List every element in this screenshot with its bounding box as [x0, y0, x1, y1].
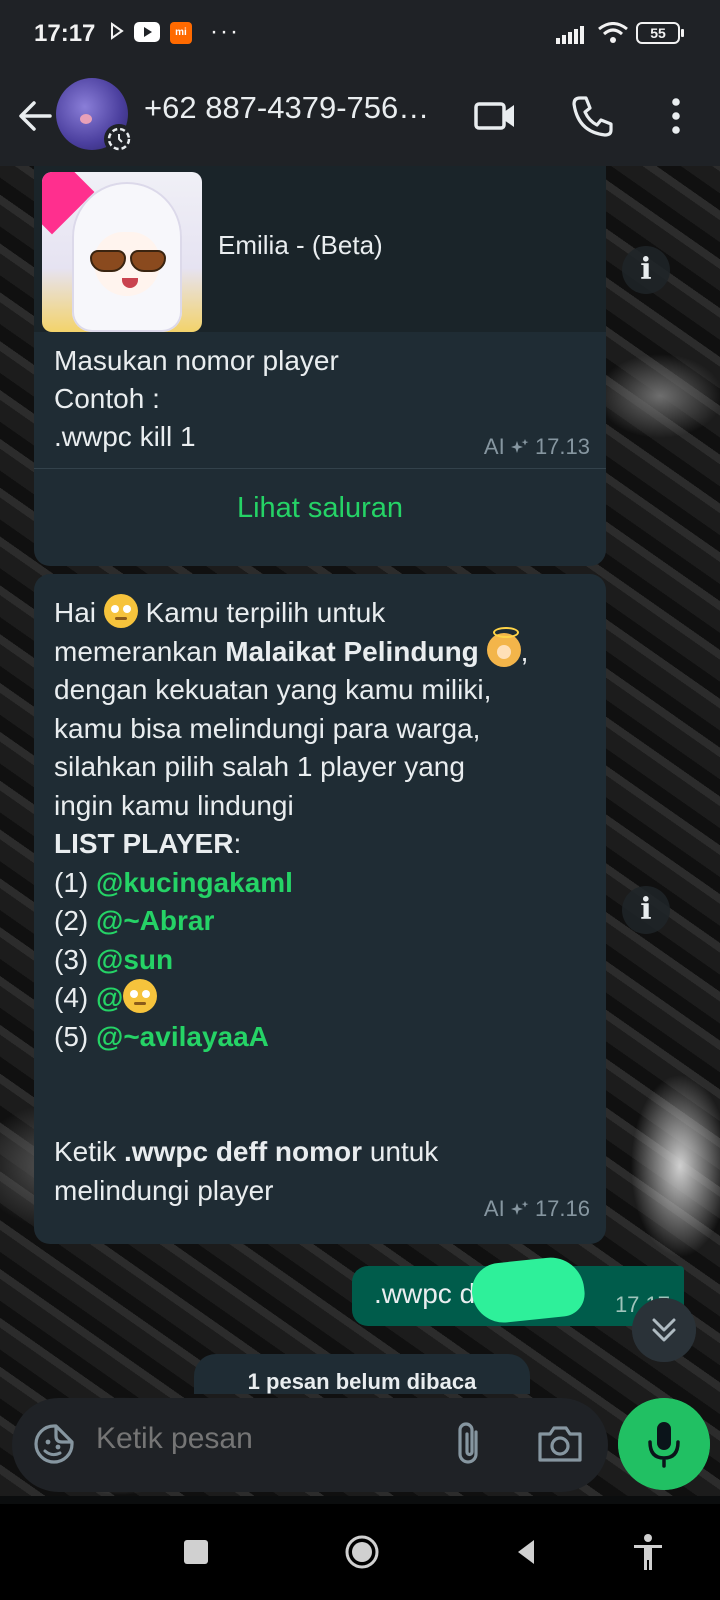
channel-preview[interactable]: Emilia - (Beta) [34, 166, 606, 332]
player-mention[interactable]: @~avilayaaA [96, 1021, 269, 1052]
status-ring-icon [104, 124, 134, 154]
more-notifications-icon: ··· [210, 18, 240, 45]
player-number: (2) [54, 905, 89, 936]
message-input[interactable] [96, 1422, 416, 1456]
contact-name[interactable]: +62 887-4379-756… [144, 90, 444, 126]
message-bubble-channel[interactable]: Emilia - (Beta) Masukan nomor player Con… [34, 166, 606, 566]
message-line: silahkan pilih salah 1 player yang [54, 751, 465, 782]
role-name: Malaikat Pelindung [225, 635, 479, 667]
message-text: .wwpc d [374, 1278, 476, 1309]
phone-icon[interactable] [566, 90, 618, 142]
more-vert-icon[interactable] [650, 90, 702, 142]
message-line: .wwpc kill 1 [54, 421, 196, 452]
list-item: (5) @~avilayaaA [54, 1018, 594, 1057]
command-text: .wwpc deff nomor [124, 1136, 363, 1167]
status-time: 17:17 [34, 20, 96, 47]
channel-thumbnail [42, 172, 202, 332]
channel-title: Emilia - (Beta) [218, 230, 383, 260]
message-time: 17.13 [534, 434, 590, 459]
system-nav-bar [0, 1504, 720, 1600]
text-span: memerankan [54, 635, 218, 667]
recents-icon[interactable] [176, 1532, 216, 1572]
ai-label: AI [483, 1196, 505, 1221]
list-heading: LIST PLAYER [54, 828, 234, 859]
scroll-down-icon[interactable] [632, 1298, 696, 1362]
divider [34, 468, 606, 469]
status-bar: 17:17 mi ··· 55 [0, 0, 720, 68]
home-icon[interactable] [342, 1532, 382, 1572]
sticker-icon[interactable] [30, 1420, 78, 1468]
player-mention[interactable]: @~Abrar [96, 905, 214, 936]
message-line: ingin kamu lindungi [54, 789, 294, 821]
message-meta: AI 17.16 [484, 1196, 590, 1222]
player-number: (5) [54, 1020, 89, 1052]
info-icon[interactable]: i [622, 246, 670, 294]
message-text: Masukan nomor player Contoh : .wwpc kill… [54, 342, 339, 456]
player-mention[interactable]: @kucingakaml [96, 867, 293, 898]
wifi-icon [598, 22, 628, 43]
list-item: (4) @ [54, 979, 594, 1018]
rolling-eyes-emoji-icon [123, 979, 158, 1013]
list-item: (2) @~Abrar [54, 902, 594, 941]
player-number: (1) [54, 866, 89, 898]
message-bubble-role[interactable]: Hai Kamu terpilih untuk memerankan Malai… [34, 574, 606, 1244]
mi-icon: mi [170, 22, 192, 44]
text-span: , [520, 635, 529, 667]
chat-header: +62 887-4379-756… [0, 68, 720, 166]
ai-sparkle-icon [510, 439, 529, 453]
player-number: (4) [54, 982, 89, 1013]
message-time: 17.16 [534, 1196, 590, 1221]
list-item: (1) @kucingakaml [54, 864, 594, 903]
text-span: Hai [54, 597, 97, 628]
text-span: Kamu terpilih untuk [145, 597, 386, 628]
signal-icon [556, 26, 584, 44]
message-line: Masukan nomor player [54, 345, 339, 376]
message-line: dengan kekuatan yang kamu miliki, [54, 674, 492, 705]
message-meta: AI 17.13 [484, 434, 590, 460]
rolling-eyes-emoji-icon [103, 594, 138, 628]
message-composer [12, 1398, 608, 1492]
message-line: Contoh : [54, 383, 160, 414]
ai-sparkle-icon [510, 1201, 529, 1215]
redaction-scribble [469, 1254, 587, 1326]
play-icon [111, 22, 124, 40]
camera-icon[interactable] [534, 1420, 586, 1468]
youtube-icon [134, 22, 160, 42]
microphone-icon[interactable] [618, 1398, 710, 1490]
text-span: @ [96, 982, 124, 1013]
battery-icon: 55 [636, 22, 684, 44]
nav-back-icon[interactable] [506, 1532, 546, 1572]
list-item: (3) @sun [54, 941, 594, 980]
message-text: Hai Kamu terpilih untuk memerankan Malai… [54, 594, 594, 1210]
text-span: untuk [369, 1136, 439, 1167]
player-number: (3) [54, 943, 89, 975]
video-call-icon[interactable] [470, 90, 522, 142]
back-arrow-icon[interactable] [14, 94, 58, 138]
info-icon[interactable]: i [622, 886, 670, 934]
player-mention[interactable]: @sun [96, 944, 173, 975]
unread-messages-banner: 1 pesan belum dibaca [194, 1354, 530, 1394]
attach-icon[interactable] [446, 1418, 494, 1470]
message-line: kamu bisa melindungi para warga, [54, 712, 481, 744]
text-span: : [233, 828, 242, 859]
accessibility-icon[interactable] [628, 1532, 668, 1572]
player-mention[interactable]: @ [96, 979, 158, 1013]
text-span: Ketik [54, 1136, 117, 1167]
view-channel-button[interactable]: Lihat saluran [34, 492, 606, 525]
angel-emoji-icon [486, 626, 521, 667]
ai-label: AI [483, 434, 505, 459]
